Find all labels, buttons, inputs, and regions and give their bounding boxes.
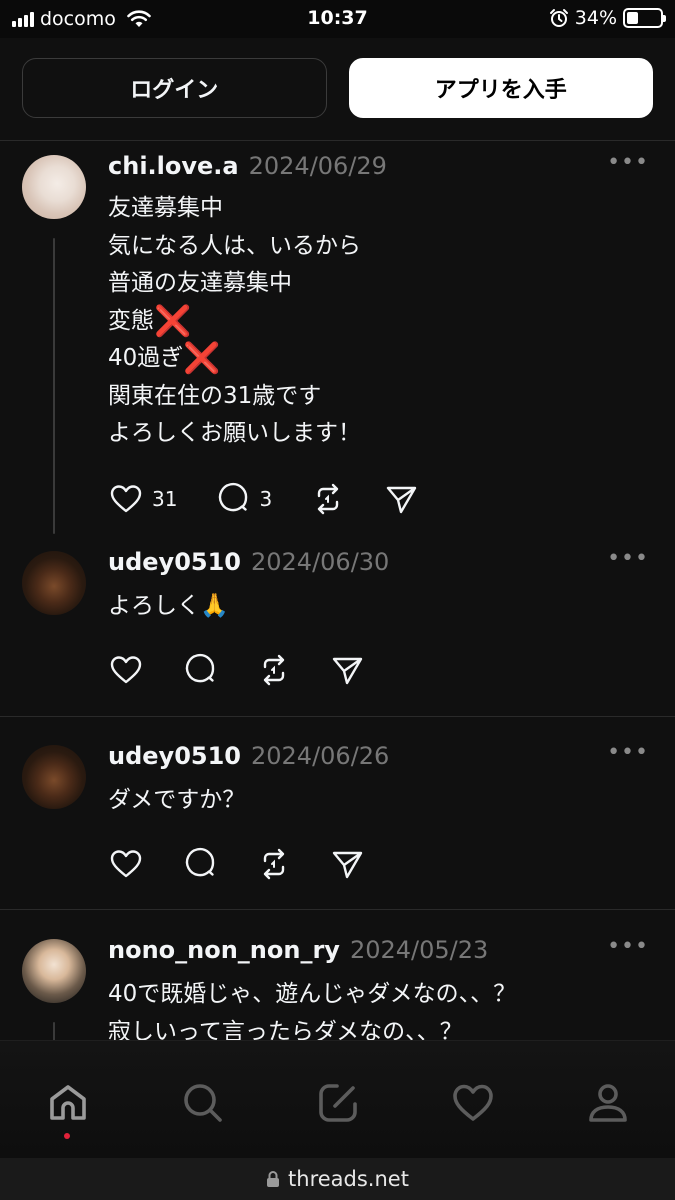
reply-icon: [185, 653, 215, 683]
thread-line: [53, 238, 55, 534]
share-button[interactable]: [384, 481, 420, 517]
post-header: udey0510 2024/06/26: [108, 742, 389, 770]
share-icon: [386, 486, 417, 514]
cross-emoji: ❌: [154, 303, 192, 339]
active-indicator: [64, 1133, 70, 1139]
home-icon: [50, 1085, 86, 1120]
url-text: threads.net: [288, 1167, 409, 1191]
more-options-icon[interactable]: •••: [607, 546, 649, 571]
post-date: 2024/05/23: [349, 936, 489, 964]
post-line: 友達募集中: [108, 195, 223, 221]
cross-emoji: ❌: [183, 341, 221, 376]
post-date: 2024/06/29: [248, 152, 387, 180]
post-header: nono_non_non_ry 2024/05/23: [108, 936, 488, 964]
post-line: 気になる人は、いるから: [108, 232, 361, 259]
post-date: 2024/06/30: [250, 548, 390, 576]
reply-icon: [219, 482, 248, 512]
like-button[interactable]: 31: [108, 481, 177, 517]
share-icon: [332, 657, 363, 685]
post-header: udey0510 2024/06/30: [108, 548, 389, 576]
more-options-icon[interactable]: •••: [607, 934, 649, 959]
pray-emoji: 🙏: [200, 593, 229, 619]
login-button[interactable]: ログイン: [22, 58, 327, 118]
like-icon: [110, 485, 142, 513]
repost-button[interactable]: [256, 846, 292, 882]
like-button[interactable]: [108, 652, 144, 688]
more-options-icon[interactable]: •••: [607, 150, 649, 175]
repost-button[interactable]: [256, 652, 292, 688]
top-actions: ログイン アプリを入手: [22, 58, 653, 118]
nav-activity[interactable]: [449, 1079, 497, 1127]
reply-icon: [185, 847, 215, 877]
post-header: chi.love.a 2024/06/29: [108, 152, 387, 180]
divider: [0, 716, 675, 717]
reply-button[interactable]: 3: [215, 481, 272, 517]
post-line: 40過ぎ❌: [108, 341, 221, 376]
more-options-icon[interactable]: •••: [607, 740, 649, 765]
status-bar: docomo 10:37 34%: [0, 0, 675, 38]
share-icon: [332, 851, 363, 879]
profile-icon: [589, 1084, 627, 1122]
battery-icon: [623, 8, 666, 28]
heart-icon: [453, 1084, 493, 1121]
like-icon: [110, 656, 142, 684]
post-text: 友達募集中 気になる人は、いるから 普通の友達募集中 変態❌ 40過ぎ❌ 関東在…: [108, 190, 361, 453]
repost-icon: [263, 848, 285, 880]
get-app-button[interactable]: アプリを入手: [348, 58, 653, 118]
repost-button[interactable]: [310, 481, 346, 517]
search-icon: [184, 1084, 222, 1122]
post-line: 普通の友達募集中: [108, 270, 292, 296]
reply-button[interactable]: [182, 652, 218, 688]
like-icon: [110, 850, 142, 878]
post-actions: [108, 846, 404, 882]
url-bar[interactable]: threads.net: [0, 1158, 675, 1200]
divider: [0, 909, 675, 910]
share-button[interactable]: [330, 652, 366, 688]
avatar[interactable]: [22, 939, 86, 1003]
avatar[interactable]: [22, 551, 86, 615]
lock-icon: [267, 1171, 280, 1187]
reply-count: 3: [259, 487, 273, 511]
battery-percent: 34%: [574, 7, 617, 29]
like-button[interactable]: [108, 846, 144, 882]
username[interactable]: chi.love.a: [108, 152, 239, 180]
like-count: 31: [152, 487, 178, 511]
bottom-nav: [0, 1040, 675, 1158]
nav-profile[interactable]: [584, 1079, 632, 1127]
post-text: よろしく🙏: [108, 593, 229, 619]
repost-icon: [263, 654, 285, 686]
post-line: よろしくお願いします！: [108, 420, 361, 446]
post-text: ダメですか？: [108, 787, 246, 813]
reply-button[interactable]: [182, 846, 218, 882]
username[interactable]: nono_non_non_ry: [108, 936, 340, 964]
username[interactable]: udey0510: [108, 742, 241, 770]
nav-home[interactable]: [44, 1079, 92, 1127]
repost-icon: [317, 483, 339, 515]
post-date: 2024/06/26: [250, 742, 390, 770]
divider: [0, 140, 675, 141]
avatar[interactable]: [22, 155, 86, 219]
alarm-icon: [549, 9, 568, 27]
nav-search[interactable]: [179, 1079, 227, 1127]
nav-compose[interactable]: [314, 1079, 362, 1127]
username[interactable]: udey0510: [108, 548, 241, 576]
post-line: 変態❌: [108, 303, 192, 339]
post-line: 関東在住の31歳です: [108, 382, 322, 409]
compose-icon: [319, 1084, 357, 1122]
status-right: 34%: [549, 7, 666, 29]
post-actions: [108, 652, 404, 688]
share-button[interactable]: [330, 846, 366, 882]
battery-fill: [627, 12, 638, 24]
post-actions: 31 3: [108, 481, 458, 517]
threads-page: docomo 10:37 34% ログイン アプリを入手 chi.love.a …: [0, 0, 675, 1200]
avatar[interactable]: [22, 745, 86, 809]
post-line: 40で既婚じゃ、遊んじゃダメなの、、？: [108, 981, 517, 1007]
